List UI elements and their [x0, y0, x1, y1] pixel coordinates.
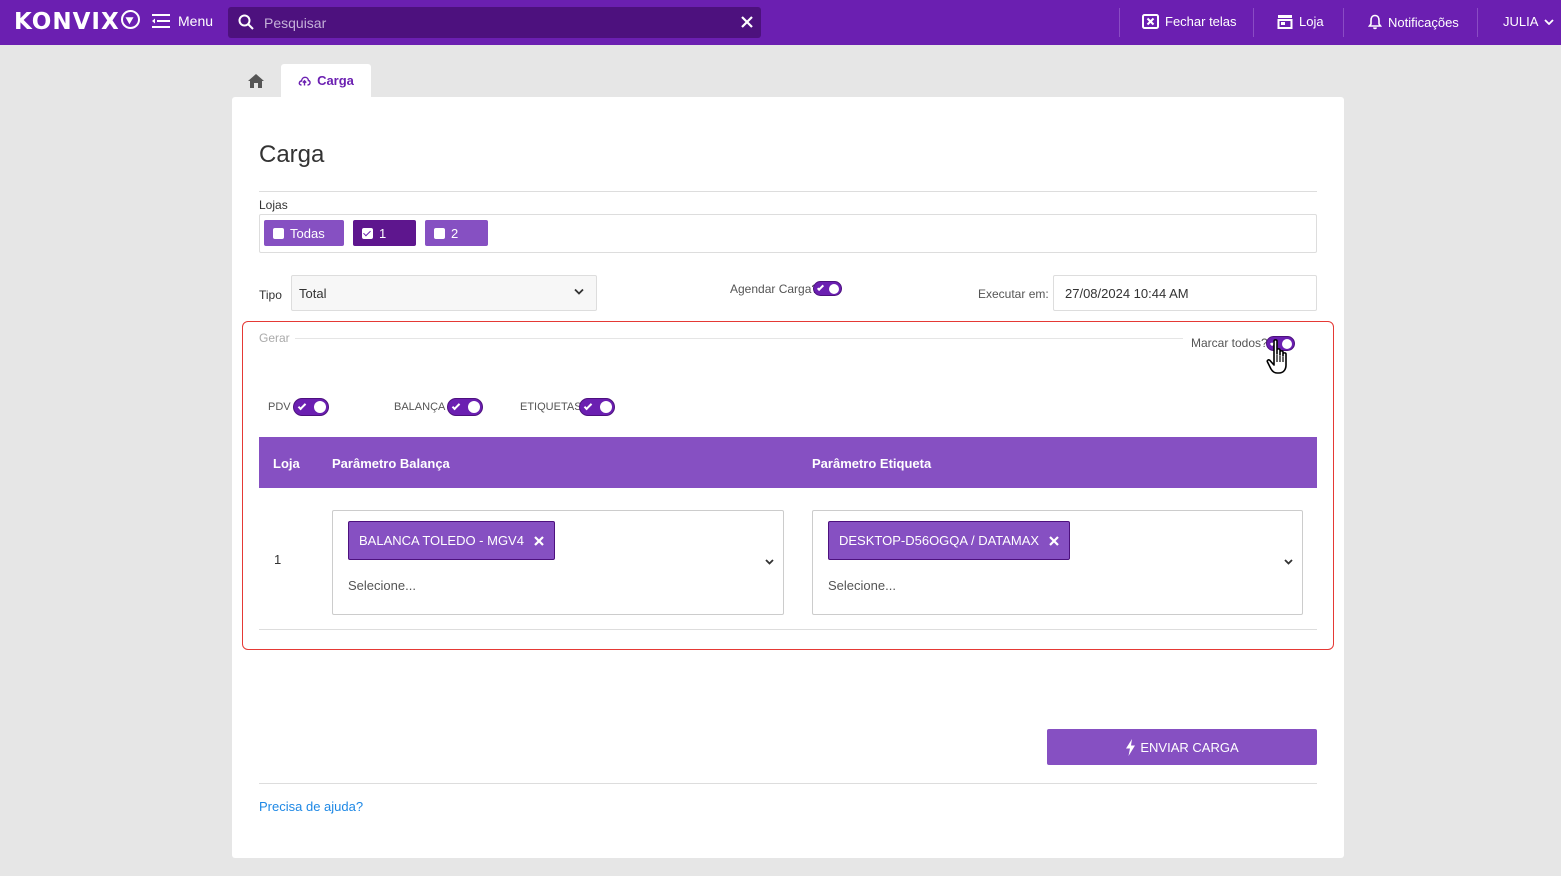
close-window-icon [1142, 14, 1159, 29]
divider [259, 191, 1317, 192]
divider [1477, 8, 1478, 37]
divider [1119, 8, 1120, 37]
etiqueta-placeholder: Selecione... [828, 578, 896, 593]
close-screens-label: Fechar telas [1165, 14, 1237, 29]
notifications-label: Notificações [1388, 14, 1459, 30]
chevron-down-icon [574, 288, 584, 295]
pdv-label: PDV [268, 401, 291, 413]
menu-label: Menu [178, 13, 214, 29]
tab-home[interactable] [232, 64, 280, 97]
search-input[interactable] [264, 11, 724, 34]
loja-chip-label: Todas [290, 225, 325, 241]
etiquetas-label: ETIQUETAS [520, 401, 582, 413]
search-bar [228, 7, 761, 38]
loja-chip-todas[interactable]: Todas [264, 220, 344, 246]
etiqueta-tag-label: DESKTOP-D56OGQA / DATAMAX [839, 533, 1040, 548]
enviar-carga-button[interactable]: ENVIAR CARGA [1047, 729, 1317, 765]
executar-label: Executar em: [978, 287, 1049, 301]
loja-chip-label: 2 [451, 225, 459, 241]
tipo-select[interactable]: Total [291, 275, 597, 311]
checkbox[interactable] [434, 227, 445, 239]
store-icon [1277, 15, 1293, 29]
etiqueta-multiselect[interactable]: DESKTOP-D56OGQA / DATAMAX Selecione... [812, 510, 1303, 615]
selected-tag: DESKTOP-D56OGQA / DATAMAX [828, 521, 1071, 560]
home-icon [248, 73, 264, 88]
hand-pointer-cursor-icon [1266, 339, 1287, 374]
column-header-loja: Loja [273, 456, 300, 471]
divider [295, 338, 1183, 339]
remove-tag-icon[interactable] [534, 535, 544, 546]
top-bar: KONVIX Menu Fechar telas Loja Notificaçõ… [0, 0, 1561, 45]
store-label: Loja [1299, 14, 1324, 29]
loja-chip-1[interactable]: 1 [353, 220, 416, 246]
user-menu[interactable]: JULIA [1503, 14, 1555, 29]
executar-datetime-input[interactable]: 27/08/2024 10:44 AM [1053, 275, 1317, 311]
divider [259, 629, 1317, 630]
lightning-bolt-icon [1126, 738, 1136, 756]
balanca-toggle[interactable] [447, 398, 483, 416]
tab-carga[interactable]: Carga [281, 64, 371, 97]
executar-value: 27/08/2024 10:44 AM [1065, 286, 1189, 301]
balanca-label: BALANÇA [394, 401, 446, 413]
pdv-toggle[interactable] [293, 398, 329, 416]
balanca-tag-label: BALANCA TOLEDO - MGV4 [359, 533, 524, 548]
main-card: Carga Lojas Todas 1 2 Tipo Total Agendar… [232, 97, 1344, 858]
chevron-down-icon [765, 559, 774, 565]
enviar-carga-label: ENVIAR CARGA [1140, 739, 1239, 755]
logo-mark-icon [120, 10, 140, 29]
chevron-down-icon [1544, 18, 1555, 25]
column-header-balanca: Parâmetro Balança [332, 456, 450, 471]
balanca-placeholder: Selecione... [348, 578, 416, 593]
tab-carga-label: Carga [317, 73, 354, 88]
agendar-label: Agendar Carga? [730, 282, 819, 296]
checkbox[interactable] [273, 227, 284, 239]
page-title: Carga [259, 141, 325, 168]
menu-button[interactable]: Menu [152, 13, 213, 29]
agendar-toggle[interactable] [813, 281, 842, 296]
lojas-selector: Todas 1 2 [259, 214, 1317, 253]
divider [1343, 8, 1344, 37]
notifications-button[interactable]: Notificações [1368, 14, 1459, 30]
selected-tag: BALANCA TOLEDO - MGV4 [348, 521, 555, 560]
tipo-label: Tipo [259, 288, 282, 302]
balanca-multiselect[interactable]: BALANCA TOLEDO - MGV4 Selecione... [332, 510, 784, 615]
loja-chip-2[interactable]: 2 [425, 220, 488, 246]
user-name: JULIA [1503, 14, 1539, 29]
chevron-down-icon [1284, 559, 1293, 565]
loja-chip-label: 1 [379, 225, 387, 241]
konvix-logo[interactable]: KONVIX [14, 9, 140, 35]
table-header: Loja Parâmetro Balança Parâmetro Etiquet… [259, 437, 1317, 488]
cloud-upload-icon [298, 76, 311, 86]
help-link[interactable]: Precisa de ajuda? [259, 799, 363, 814]
close-screens-button[interactable]: Fechar telas [1142, 14, 1237, 29]
hamburger-menu-icon [152, 14, 170, 28]
marcar-todos-label: Marcar todos? [1191, 336, 1268, 350]
store-button[interactable]: Loja [1277, 14, 1324, 29]
search-icon [238, 14, 254, 30]
remove-tag-icon[interactable] [1049, 535, 1059, 546]
divider [259, 783, 1317, 784]
gerar-legend: Gerar [259, 331, 290, 345]
column-header-etiqueta: Parâmetro Etiqueta [812, 456, 932, 471]
logo-text: KONVIX [14, 9, 120, 35]
divider [1253, 8, 1254, 37]
close-icon[interactable] [740, 13, 754, 31]
tipo-value: Total [299, 286, 327, 301]
etiquetas-toggle[interactable] [579, 398, 615, 416]
bell-icon [1368, 14, 1382, 30]
lojas-label: Lojas [259, 198, 288, 212]
checkbox-checked[interactable] [362, 227, 373, 239]
row-loja-value: 1 [274, 552, 282, 567]
